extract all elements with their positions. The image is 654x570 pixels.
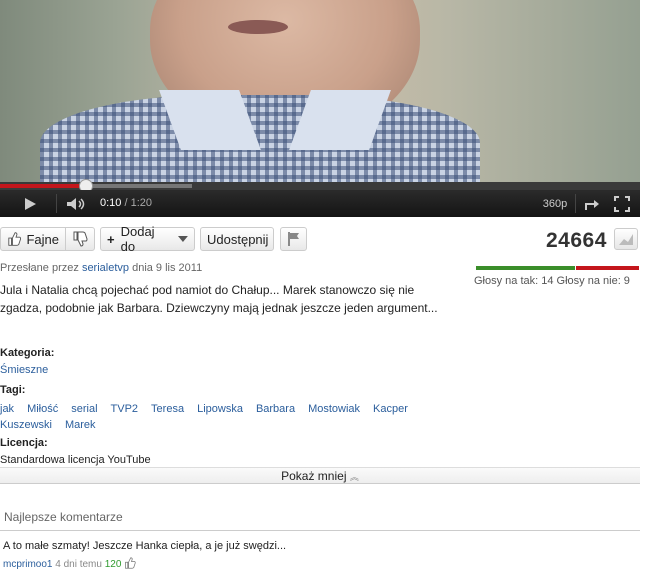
tag-link[interactable]: Teresa [151,403,184,415]
video-frame[interactable] [0,0,640,182]
quality-button[interactable]: 360p [538,190,572,217]
comment-age: 4 dni temu [55,559,102,570]
uploader-link[interactable]: serialetvp [82,262,129,274]
comment-text: A to małe szmaty! Jeszcze Hanka ciepła, … [3,540,287,552]
comment-meta: mcprimoo1 4 dni temu 120 [3,557,136,570]
tag-link[interactable]: TVP2 [111,403,139,415]
like-button[interactable]: Fajne [0,227,66,251]
view-count: 24664 [546,229,607,252]
current-time: 0:10 [100,197,122,209]
progress-bar[interactable] [0,179,640,193]
chevron-down-icon [178,236,188,242]
like-label: Fajne [26,231,59,247]
uploaded-date: dnia 9 lis 2011 [132,262,203,274]
separator [56,194,57,213]
played-fill [0,184,80,188]
like-ratio-bar [476,266,575,270]
comment-author[interactable]: mcprimoo1 [3,559,52,570]
vote-counts: Głosy na tak: 14 Głosy na nie: 9 [474,275,630,287]
tag-link[interactable]: Kuszewski [0,419,52,431]
video-shirt [40,95,480,182]
play-button[interactable] [8,190,52,217]
tags-label: Tagi: [0,384,26,396]
dislike-button[interactable] [65,227,95,251]
thumbs-up-icon [8,232,22,246]
plus-icon: + [107,231,115,247]
comments-heading: Najlepsze komentarze [4,510,123,524]
add-to-button[interactable]: + Dodaj do [100,224,195,254]
comment-score: 120 [104,559,122,570]
uploaded-prefix: Przesłane przez [0,262,79,274]
license-label: Licencja: [0,437,48,449]
category-link[interactable]: Śmieszne [0,364,48,376]
tag-link[interactable]: serial [71,403,97,415]
volume-button[interactable] [60,190,94,217]
duration: / 1:20 [124,197,153,209]
show-less-label: Pokaż mniej [281,469,347,483]
tag-link[interactable]: jak [0,403,14,415]
fullscreen-icon [614,195,630,212]
show-less-button[interactable]: Pokaż mniej ︽ [0,467,640,484]
popout-button[interactable] [578,190,606,217]
double-chevron-up-icon: ︽ [349,472,359,482]
flag-button[interactable] [280,227,307,251]
play-icon [25,197,36,210]
thumbs-up-icon[interactable] [124,557,136,569]
tag-link[interactable]: Lipowska [197,403,243,415]
fullscreen-button[interactable] [608,190,636,217]
tag-link[interactable]: Marek [65,419,96,431]
tags-list: jak Miłość serial TVP2 Teresa Lipowska Barbara… [0,401,440,433]
category-label: Kategoria: [0,347,55,359]
popout-icon [585,199,599,210]
video-mouth [228,20,288,34]
upload-info: Przesłane przez serialetvp dnia 9 lis 20… [0,262,202,274]
tag-link[interactable]: Miłość [27,403,58,415]
separator [575,194,576,213]
video-description: Jula i Natalia chcą pojechać pod namiot … [0,283,438,315]
tag-link[interactable]: Mostowiak [308,403,360,415]
add-to-label: Dodaj do [120,224,155,254]
player-controls: 0:10 / 1:20 360p [0,190,640,217]
tag-link[interactable]: Barbara [256,403,295,415]
flag-icon [287,232,299,246]
chart-icon [619,234,633,245]
tag-link[interactable]: Kacper [373,403,408,415]
divider [0,530,640,531]
license-value: Standardowa licencja YouTube [0,454,151,466]
stats-button[interactable] [614,228,638,250]
dislike-ratio-bar [576,266,639,270]
speaker-icon [67,197,85,210]
share-button[interactable]: Udostępnij [200,227,274,251]
thumbs-down-icon [73,231,88,247]
time-display: 0:10 / 1:20 [100,197,152,209]
